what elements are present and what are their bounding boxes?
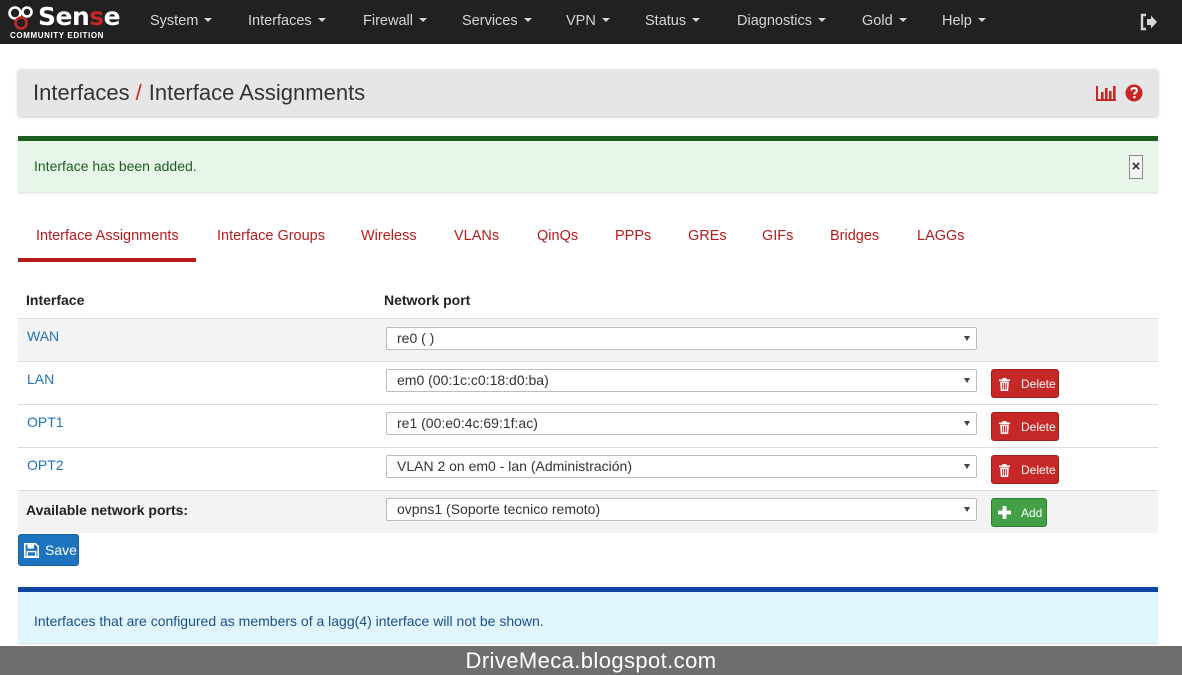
tab-interface-assignments[interactable]: Interface Assignments: [36, 228, 179, 244]
network-port-select-opt1[interactable]: re1 (00:e0:4c:69:1f:ac): [386, 412, 977, 435]
menu-gold[interactable]: Gold: [862, 13, 907, 29]
watermark-text: DriveMeca.blogspot.com: [465, 648, 717, 673]
menu-services[interactable]: Services: [462, 13, 532, 29]
caret-down-icon: [204, 18, 213, 23]
active-tab-indicator: [18, 258, 196, 262]
caret-down-icon: [817, 18, 826, 23]
success-alert: Interface has been added. ×: [18, 136, 1158, 192]
menu-vpn[interactable]: VPN: [566, 13, 610, 29]
brand-edition: COMMUNITY EDITION: [10, 31, 105, 40]
breadcrumb-separator: /: [135, 80, 142, 105]
tab-vlans[interactable]: VLANs: [454, 228, 499, 244]
interface-link-wan[interactable]: WAN: [27, 328, 59, 344]
interface-link-opt1[interactable]: OPT1: [27, 414, 64, 430]
available-ports-label: Available network ports:: [26, 502, 189, 518]
tab-interface-groups[interactable]: Interface Groups: [217, 228, 325, 244]
available-port-select[interactable]: ovpns1 (Soporte tecnico remoto): [386, 498, 977, 521]
tab-gres[interactable]: GREs: [688, 228, 727, 244]
table-row: WAN re0 ( ): [18, 318, 1158, 361]
select-arrow-icon: [964, 464, 970, 469]
select-arrow-icon: [964, 421, 970, 426]
caret-down-icon: [692, 18, 701, 23]
add-interface-button[interactable]: Add: [991, 498, 1047, 527]
network-port-select-wan[interactable]: re0 ( ): [386, 327, 977, 350]
table-row: LAN em0 (00:1c:c0:18:d0:ba) Delete: [18, 361, 1158, 404]
trash-icon: [999, 421, 1010, 434]
breadcrumb-section[interactable]: Interfaces: [33, 80, 130, 105]
menu-firewall[interactable]: Firewall: [363, 13, 427, 29]
pfsense-logo-icon: [8, 6, 33, 30]
select-arrow-icon: [964, 378, 970, 383]
tab-bridges[interactable]: Bridges: [830, 228, 879, 244]
plus-icon: [998, 506, 1011, 519]
interface-link-opt2[interactable]: OPT2: [27, 457, 64, 473]
tab-wireless[interactable]: Wireless: [361, 228, 417, 244]
tab-gifs[interactable]: GIFs: [762, 228, 793, 244]
menu-system[interactable]: System: [150, 13, 213, 29]
tab-laggs[interactable]: LAGGs: [917, 228, 965, 244]
table-row: OPT2 VLAN 2 on em0 - lan (Administración…: [18, 447, 1158, 490]
logout-icon[interactable]: [1139, 12, 1159, 32]
network-port-select-lan[interactable]: em0 (00:1c:c0:18:d0:ba): [386, 369, 977, 392]
menu-status[interactable]: Status: [645, 13, 701, 29]
interface-link-lan[interactable]: LAN: [27, 371, 54, 387]
caret-down-icon: [523, 18, 532, 23]
caret-down-icon: [418, 18, 427, 23]
tab-qinqs[interactable]: QinQs: [537, 228, 578, 244]
select-arrow-icon: [964, 336, 970, 341]
delete-opt2-button[interactable]: Delete: [991, 455, 1059, 484]
close-alert-button[interactable]: ×: [1129, 155, 1143, 179]
page-header: Interfaces / Interface Assignments: [18, 69, 1158, 116]
menu-diagnostics[interactable]: Diagnostics: [737, 13, 826, 29]
watermark-bar: DriveMeca.blogspot.com: [0, 646, 1182, 675]
select-arrow-icon: [964, 507, 970, 512]
top-navbar: Sense COMMUNITY EDITION System Interface…: [0, 0, 1182, 44]
table-row: OPT1 re1 (00:e0:4c:69:1f:ac) Delete: [18, 404, 1158, 447]
floppy-disk-icon: [24, 543, 39, 558]
page-title: Interface Assignments: [148, 80, 366, 105]
info-alert: Interfaces that are configured as member…: [18, 587, 1158, 643]
success-message: Interface has been added.: [34, 158, 197, 174]
column-header-interface: Interface: [26, 292, 85, 308]
network-port-select-opt2[interactable]: VLAN 2 on em0 - lan (Administración): [386, 455, 977, 478]
column-header-network-port: Network port: [384, 292, 471, 308]
caret-down-icon: [898, 18, 907, 23]
delete-lan-button[interactable]: Delete: [991, 369, 1059, 398]
bar-chart-icon[interactable]: [1095, 83, 1117, 103]
brand-name: Sense: [38, 2, 121, 31]
trash-icon: [999, 464, 1010, 477]
menu-interfaces[interactable]: Interfaces: [248, 13, 326, 29]
caret-down-icon: [601, 18, 610, 23]
menu-help[interactable]: Help: [942, 13, 986, 29]
help-question-icon[interactable]: [1125, 84, 1143, 102]
caret-down-icon: [977, 18, 986, 23]
trash-icon: [999, 378, 1010, 391]
info-message: Interfaces that are configured as member…: [34, 613, 544, 629]
caret-down-icon: [317, 18, 326, 23]
brand-logo[interactable]: Sense COMMUNITY EDITION: [8, 2, 121, 42]
save-button[interactable]: Save: [18, 534, 79, 566]
breadcrumb: Interfaces / Interface Assignments: [33, 80, 365, 106]
available-ports-row: Available network ports: ovpns1 (Soporte…: [18, 490, 1158, 533]
delete-opt1-button[interactable]: Delete: [991, 412, 1059, 441]
interface-tabs: Interface Assignments Interface Groups W…: [18, 218, 1158, 262]
tab-ppps[interactable]: PPPs: [615, 228, 651, 244]
